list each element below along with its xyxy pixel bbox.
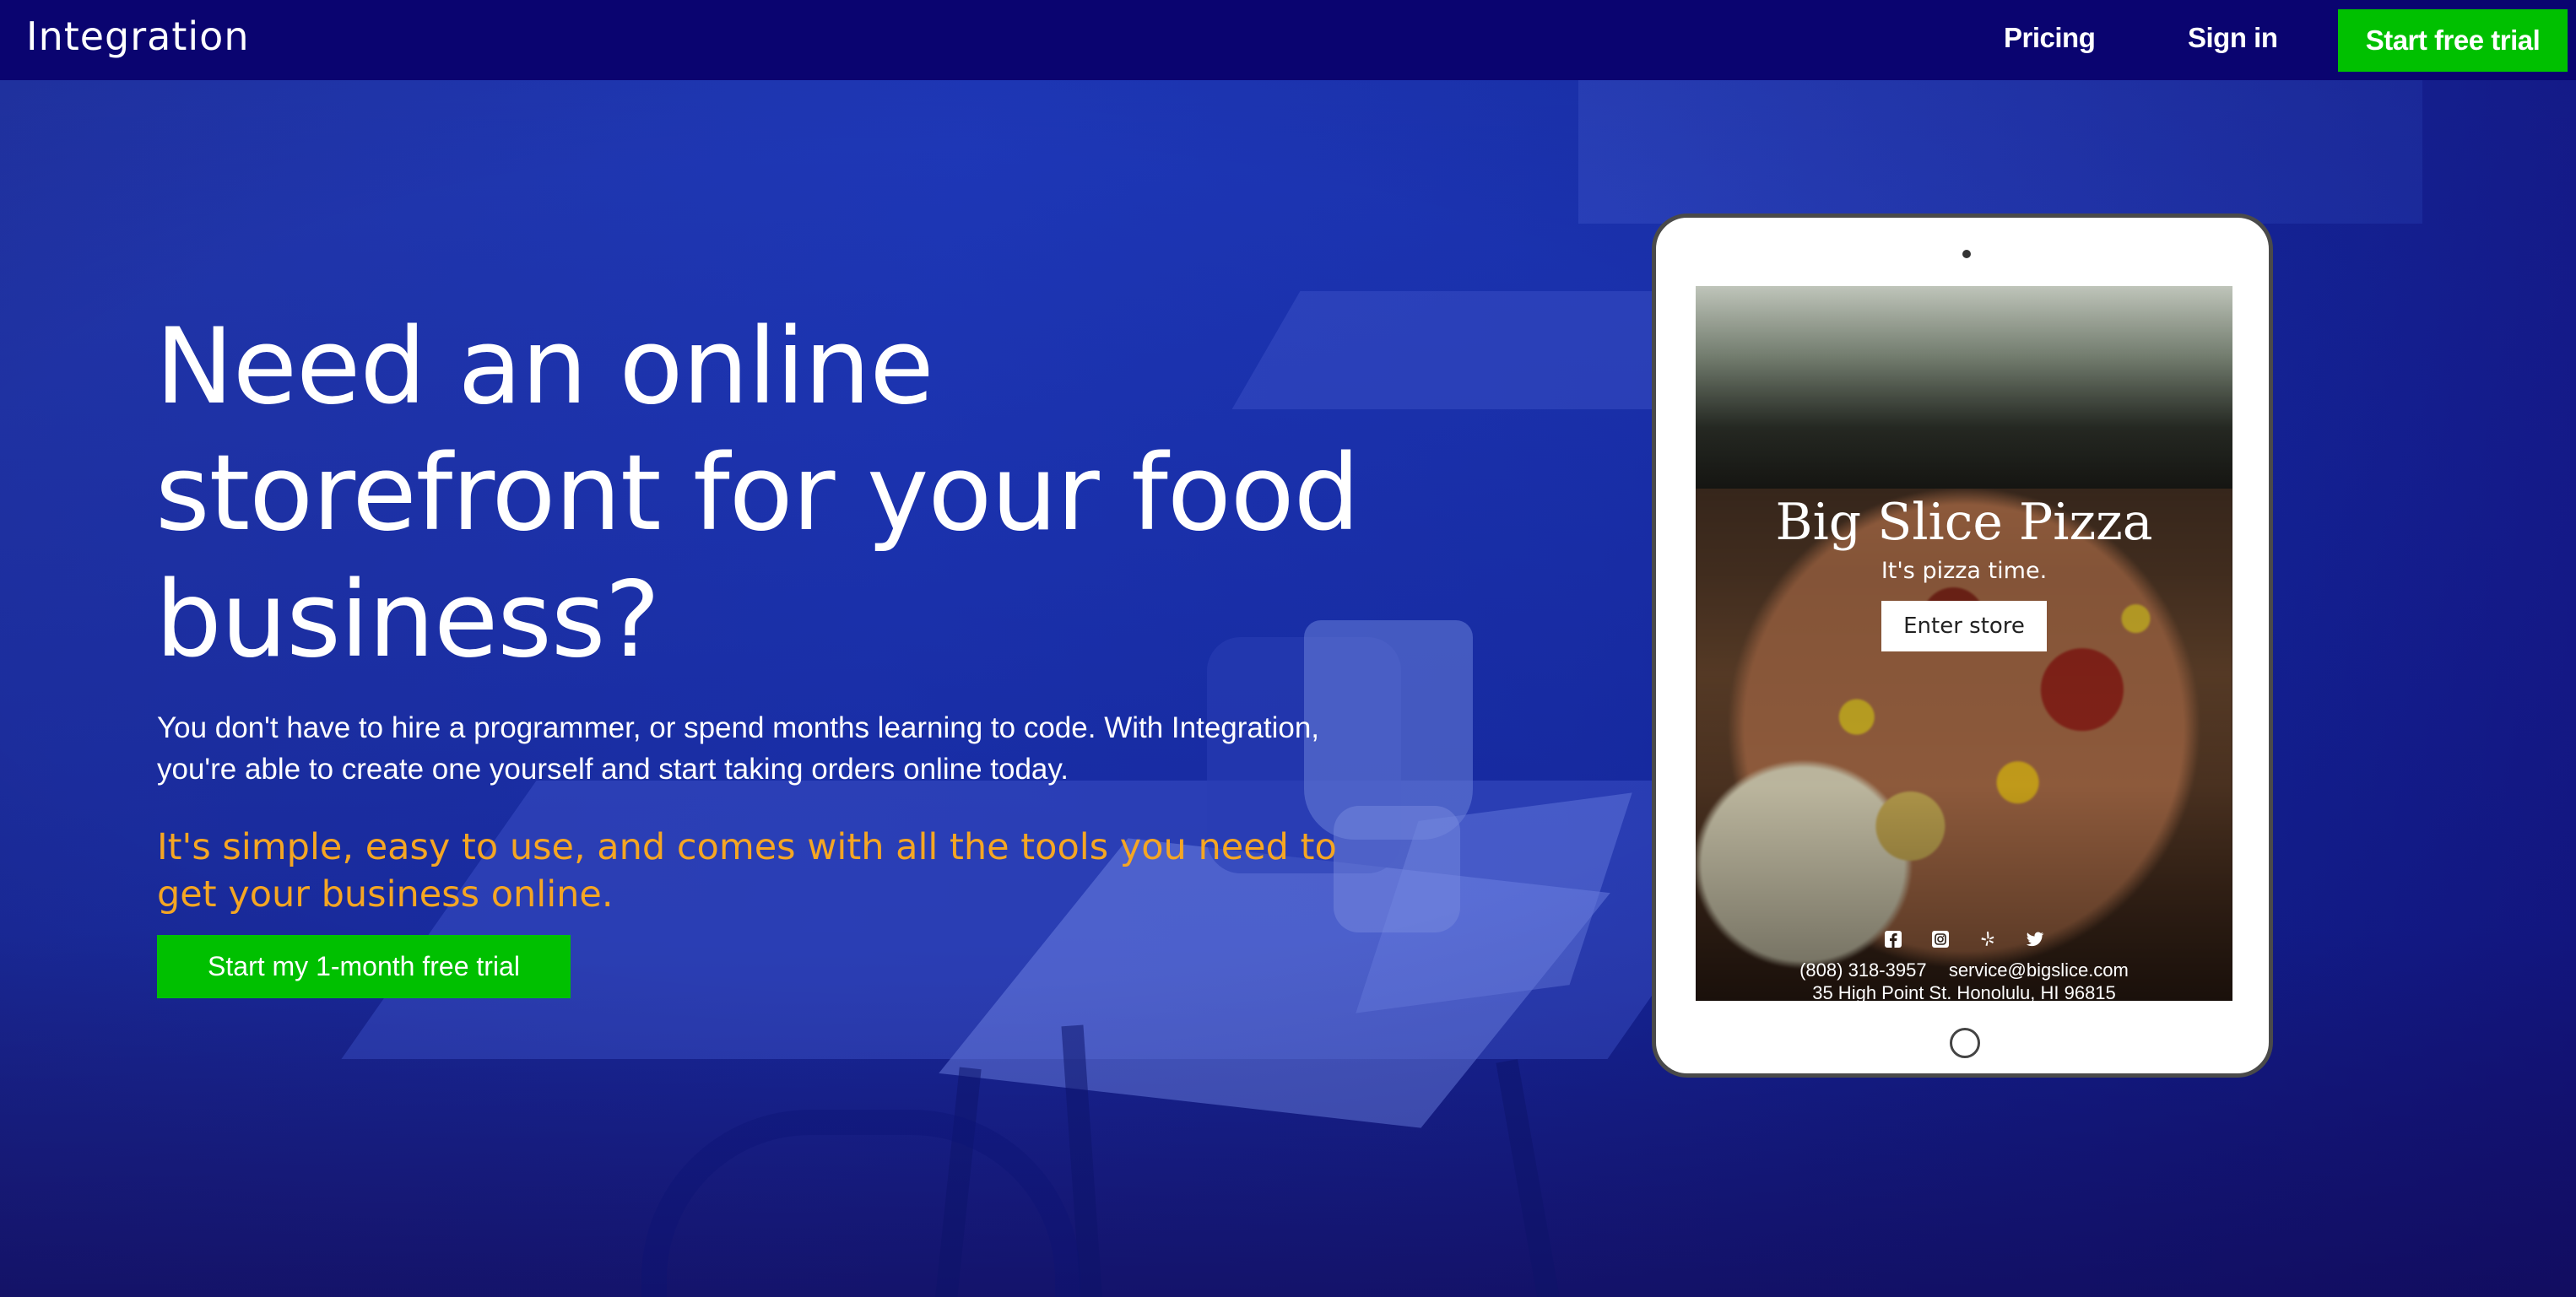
yelp-icon[interactable] [1977,928,1999,950]
tagline-line: It's simple, easy to use, and comes with… [157,826,1337,868]
hero-headline: Need an online storefront for your food … [155,304,1421,684]
nav-link-pricing[interactable]: Pricing [2004,22,2096,54]
store-email: service@bigslice.com [1948,959,2129,981]
nav-link-sign-in[interactable]: Sign in [2188,22,2278,54]
start-free-trial-button[interactable]: Start free trial [2338,9,2568,72]
headline-line: Need an online [155,306,934,428]
twitter-icon[interactable] [2024,928,2046,950]
tablet-mockup: Big Slice Pizza It's pizza time. Enter s… [1652,213,2273,1078]
store-name: Big Slice Pizza [1775,493,2153,552]
headline-line: business? [155,559,660,681]
instagram-icon[interactable] [1929,928,1951,950]
facebook-icon[interactable] [1882,928,1904,950]
store-phone: (808) 318-3957 [1799,959,1927,981]
top-navigation-bar: Integration Pricing Sign in Start free t… [0,0,2576,80]
hero-subtext: You don't have to hire a programmer, or … [157,707,1372,790]
tagline-line: get your business online. [157,873,614,916]
headline-line: storefront for your food [155,433,1360,554]
brand-logo[interactable]: Integration [26,14,249,59]
start-trial-button[interactable]: Start my 1-month free trial [157,935,571,998]
enter-store-button[interactable]: Enter store [1881,601,2047,651]
hero-tagline: It's simple, easy to use, and comes with… [157,824,1423,918]
store-address: 35 High Point St. Honolulu, HI 96815 [1812,982,2116,1001]
subtext-line: you're able to create one yourself and s… [157,753,1069,786]
social-links [1696,928,2232,950]
store-tagline: It's pizza time. [1881,558,2048,584]
storefront-preview-screen: Big Slice Pizza It's pizza time. Enter s… [1696,286,2232,1001]
store-contact-info: (808) 318-3957 service@bigslice.com 35 H… [1696,959,2232,1001]
tablet-camera [1962,250,1971,258]
tablet-home-button [1950,1028,1980,1058]
subtext-line: You don't have to hire a programmer, or … [157,711,1320,744]
